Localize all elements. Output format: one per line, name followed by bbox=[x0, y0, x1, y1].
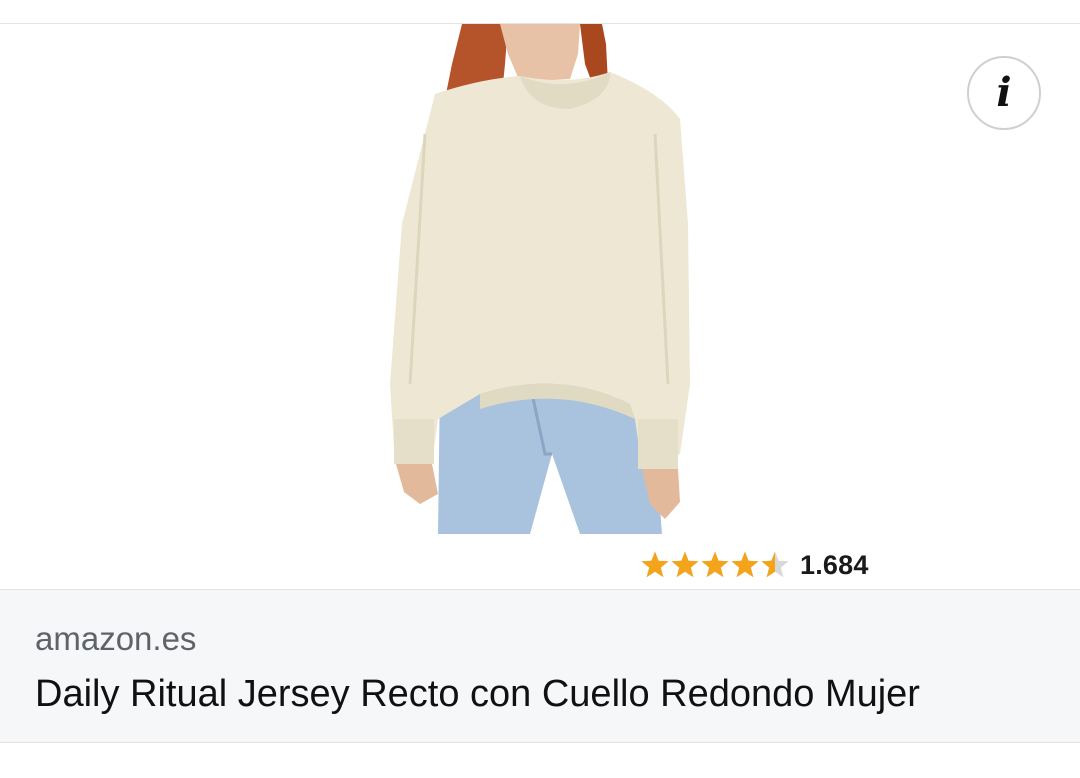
star-icon bbox=[761, 551, 789, 578]
info-button[interactable]: i bbox=[967, 56, 1041, 130]
star-rating bbox=[640, 550, 790, 580]
next-content-strip bbox=[0, 743, 1080, 778]
star-icon bbox=[731, 551, 759, 578]
result-title[interactable]: Daily Ritual Jersey Recto con Cuello Red… bbox=[35, 673, 920, 716]
rating-count: 1.684 bbox=[800, 549, 869, 580]
result-info-panel[interactable]: amazon.es Daily Ritual Jersey Recto con … bbox=[0, 589, 1080, 743]
star-icon bbox=[641, 551, 669, 578]
star-icon bbox=[671, 551, 699, 578]
top-divider-strip bbox=[0, 0, 1080, 24]
product-image-area[interactable]: i 1.684 bbox=[0, 24, 1080, 589]
product-image[interactable] bbox=[380, 24, 700, 539]
info-icon: i bbox=[996, 69, 1012, 116]
star-icon bbox=[701, 551, 729, 578]
rating-row: 1.684 bbox=[640, 547, 869, 583]
source-domain[interactable]: amazon.es bbox=[35, 620, 196, 658]
